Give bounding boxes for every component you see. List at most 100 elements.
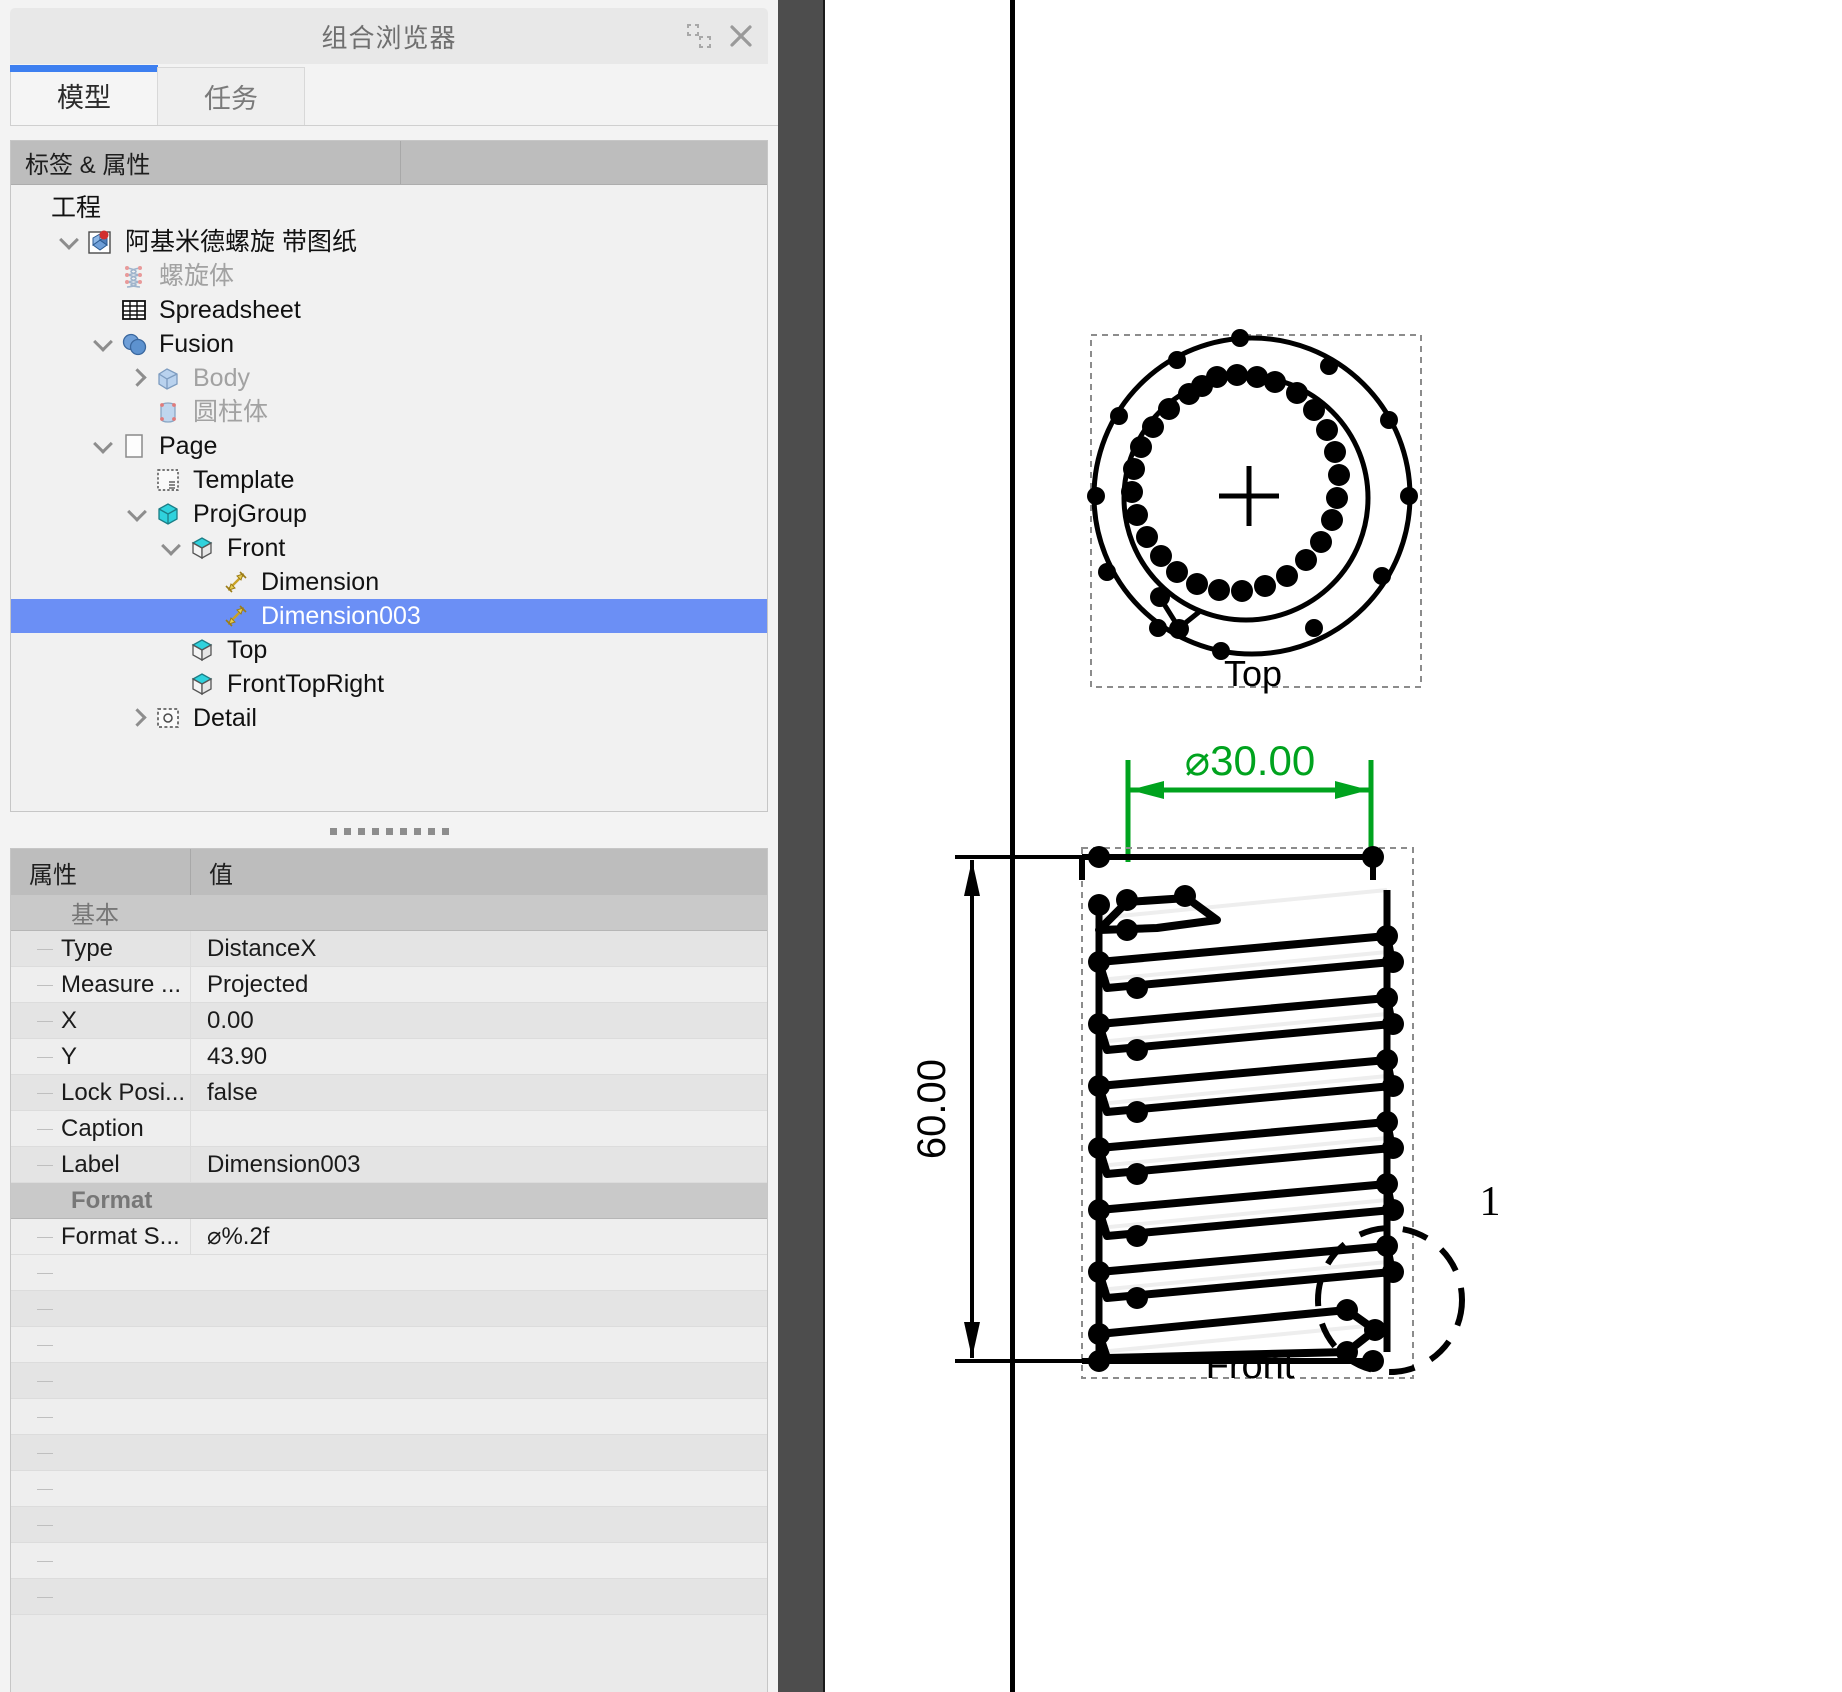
tree-item-label: Top <box>227 638 267 663</box>
property-key-empty <box>11 1363 191 1398</box>
tree-item-body[interactable]: Body <box>11 361 767 395</box>
property-key: Format S... <box>11 1219 191 1254</box>
inner-vertices <box>1121 364 1350 602</box>
property-row-empty <box>11 1543 767 1579</box>
property-group-Format[interactable]: Format <box>11 1183 767 1219</box>
property-value[interactable]: 0.00 <box>191 1003 767 1038</box>
tree-item-label: Page <box>159 434 217 459</box>
front-view[interactable]: Front <box>1082 846 1413 1387</box>
property-row[interactable]: Caption <box>11 1111 767 1147</box>
property-row[interactable]: Lock Posi...false <box>11 1075 767 1111</box>
tree-item-label: Spreadsheet <box>159 298 301 323</box>
tree-spacer <box>127 469 149 491</box>
detail-marker-label: 1 <box>1480 1179 1501 1225</box>
tree-item-top[interactable]: Top <box>11 633 767 667</box>
property-key-empty <box>11 1327 191 1362</box>
notch-vertex <box>1169 619 1189 639</box>
tree-spacer <box>127 401 149 423</box>
chevron-down-icon[interactable] <box>59 231 81 253</box>
tree-header-value <box>401 141 767 184</box>
tab-model[interactable]: 模型 <box>10 65 158 125</box>
property-row[interactable]: TypeDistanceX <box>11 931 767 967</box>
tree-spacer <box>195 571 217 593</box>
tree-item-label: 工程 <box>51 196 101 221</box>
top-view-label: Top <box>1224 653 1282 694</box>
restore-icon[interactable] <box>686 23 712 49</box>
property-value[interactable]: ⌀%.2f <box>191 1219 767 1254</box>
tree-header-label: 标签 & 属性 <box>11 141 401 184</box>
diameter-dimension[interactable]: ⌀30.00 <box>1128 737 1371 862</box>
property-row[interactable]: X0.00 <box>11 1003 767 1039</box>
tree-item-fronttopright[interactable]: FrontTopRight <box>11 667 767 701</box>
projgroup-icon <box>153 499 183 529</box>
property-key-empty <box>11 1579 191 1614</box>
fusion-icon <box>119 329 149 359</box>
chevron-right-icon[interactable] <box>127 367 149 389</box>
chevron-down-icon[interactable] <box>93 333 115 355</box>
chevron-right-icon[interactable] <box>127 707 149 729</box>
drawing-canvas[interactable]: Top ⌀30.00 <box>827 0 1842 1692</box>
property-row-empty <box>11 1579 767 1615</box>
property-header-value: 值 <box>191 849 767 895</box>
arrow-bottom <box>964 1322 980 1358</box>
property-value[interactable]: Dimension003 <box>191 1147 767 1182</box>
template-icon <box>153 465 183 495</box>
panel-splitter-handle[interactable] <box>0 818 778 844</box>
property-row-empty <box>11 1255 767 1291</box>
close-icon[interactable] <box>728 23 754 49</box>
property-row[interactable]: LabelDimension003 <box>11 1147 767 1183</box>
tab-tasks[interactable]: 任务 <box>157 67 305 125</box>
tree-item-spreadsheet[interactable]: Spreadsheet <box>11 293 767 327</box>
dimension-icon <box>221 601 251 631</box>
tab-model-label: 模型 <box>57 76 111 115</box>
vertical-splitter[interactable] <box>778 0 825 1692</box>
property-value[interactable]: 43.90 <box>191 1039 767 1074</box>
tree-item-projgroup[interactable]: ProjGroup <box>11 497 767 531</box>
property-key-empty <box>11 1435 191 1470</box>
tree-item-template[interactable]: Template <box>11 463 767 497</box>
tree-item-阿基米德螺旋-带图纸[interactable]: 阿基米德螺旋 带图纸 <box>11 225 767 259</box>
property-group-基本[interactable]: 基本 <box>11 895 767 931</box>
front-vertices <box>1088 846 1404 1372</box>
property-key: Measure ... <box>11 967 191 1002</box>
property-key: Label <box>11 1147 191 1182</box>
page-icon <box>119 431 149 461</box>
tree-item-page[interactable]: Page <box>11 429 767 463</box>
property-row-empty <box>11 1291 767 1327</box>
property-value[interactable] <box>191 1111 767 1146</box>
height-dimension-text: 60.00 <box>910 1059 954 1159</box>
property-value[interactable]: Projected <box>191 967 767 1002</box>
tree-body[interactable]: 工程阿基米德螺旋 带图纸螺旋体 Spreadsheet FusionBody圆柱体 P… <box>11 185 767 811</box>
property-rows[interactable]: 基本TypeDistanceXMeasure ...ProjectedX0.00… <box>11 895 767 1692</box>
property-key-empty <box>11 1291 191 1326</box>
tree-item-label: 螺旋体 <box>159 264 234 289</box>
chevron-down-icon[interactable] <box>93 435 115 457</box>
tree-item-front[interactable]: Front <box>11 531 767 565</box>
tree-item-dimension[interactable]: Dimension <box>11 565 767 599</box>
chevron-down-icon[interactable] <box>127 503 149 525</box>
property-row[interactable]: Measure ...Projected <box>11 967 767 1003</box>
tree-item-螺旋体[interactable]: 螺旋体 <box>11 259 767 293</box>
tree-item-fusion[interactable]: Fusion <box>11 327 767 361</box>
height-dimension[interactable]: 60.00 <box>910 857 1089 1361</box>
property-value[interactable]: DistanceX <box>191 931 767 966</box>
diameter-dimension-text: ⌀30.00 <box>1185 737 1315 784</box>
property-row[interactable]: Format S...⌀%.2f <box>11 1219 767 1255</box>
arrow-top <box>964 860 980 896</box>
property-row-empty <box>11 1435 767 1471</box>
property-row[interactable]: Y43.90 <box>11 1039 767 1075</box>
tree-item-detail[interactable]: Detail <box>11 701 767 735</box>
property-header: 属性 值 <box>11 849 767 895</box>
property-row-empty <box>11 1363 767 1399</box>
property-key: Caption <box>11 1111 191 1146</box>
property-key: Lock Posi... <box>11 1075 191 1110</box>
tree-item-dimension003[interactable]: Dimension003 <box>11 599 767 633</box>
property-value[interactable]: false <box>191 1075 767 1110</box>
top-view[interactable]: Top <box>1087 329 1421 694</box>
tree-item-工程[interactable]: 工程 <box>11 191 767 225</box>
chevron-down-icon[interactable] <box>161 537 183 559</box>
tree-item-圆柱体[interactable]: 圆柱体 <box>11 395 767 429</box>
property-key: Format <box>11 1183 767 1218</box>
property-key-empty <box>11 1507 191 1542</box>
tree-spacer <box>195 605 217 627</box>
